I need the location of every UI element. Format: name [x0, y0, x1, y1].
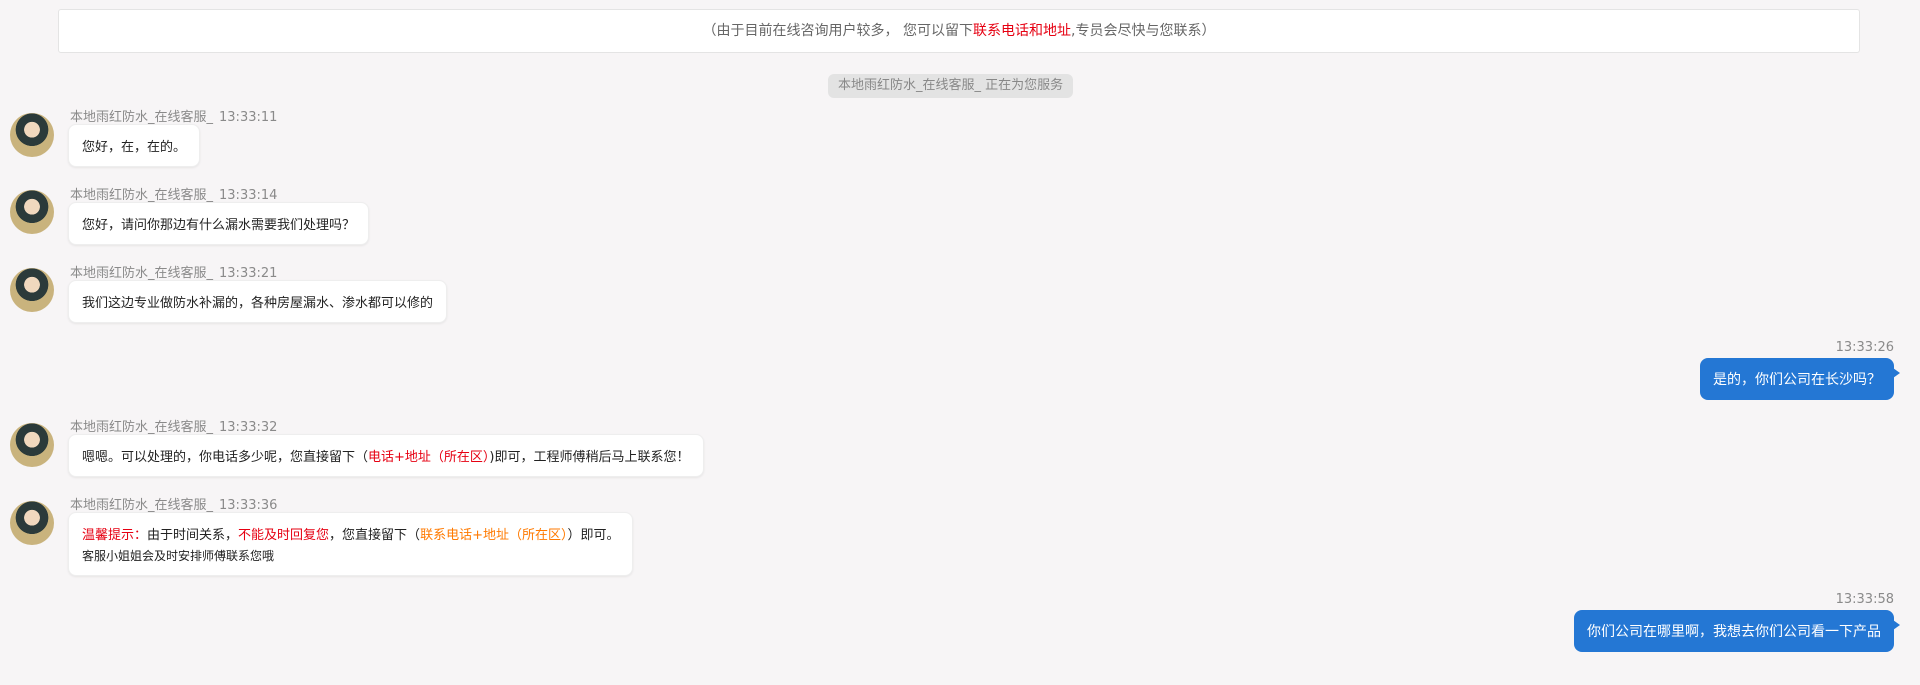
user-message-time: 13:33:26: [1835, 340, 1894, 355]
agent-name: 本地雨红防水_在线客服_: [70, 420, 214, 435]
agent-message-bubble: 您好，请问你那边有什么漏水需要我们处理吗？: [68, 202, 370, 245]
agent-name: 本地雨红防水_在线客服_: [70, 110, 214, 125]
message-meta: 本地雨红防水_在线客服_ 13:33:11: [70, 106, 277, 125]
message-meta: 本地雨红防水_在线客服_ 13:33:32: [70, 416, 277, 435]
tip-text-c: ）即可。: [567, 528, 620, 543]
agent-avatar: [10, 501, 54, 545]
agent-message-bubble: 嗯嗯。可以处理的，你电话多少呢，您直接留下（电话+地址（所在区）)即可，工程师傅…: [68, 434, 704, 477]
tip-text-a: 由于时间关系，: [147, 528, 239, 543]
tip-text-orange: 联系电话+地址（所在区）: [420, 528, 568, 543]
message-time: 13:33:36: [219, 498, 278, 513]
agent-name: 本地雨红防水_在线客服_: [70, 188, 214, 203]
notice-highlight: 联系电话和地址: [973, 23, 1071, 39]
tip-text-b: ，您直接留下（: [329, 528, 421, 543]
message-text: 你们公司在哪里啊，我想去你们公司看一下产品: [1587, 624, 1881, 640]
message-text: 您好，请问你那边有什么漏水需要我们处理吗？: [82, 218, 356, 233]
message-time: 13:33:14: [219, 188, 278, 203]
message-text-b: )即可，工程师傅稍后马上联系您！: [489, 450, 690, 465]
agent-message-bubble: 我们这边专业做防水补漏的，各种房屋漏水、渗水都可以修的: [68, 280, 448, 323]
agent-avatar: [10, 190, 54, 234]
message-meta: 本地雨红防水_在线客服_ 13:33:36: [70, 494, 277, 513]
message-text-a: 嗯嗯。可以处理的，你电话多少呢，您直接留下（: [82, 450, 369, 465]
message-meta: 本地雨红防水_在线客服_ 13:33:21: [70, 262, 277, 281]
user-message-bubble: 你们公司在哪里啊，我想去你们公司看一下产品: [1574, 610, 1900, 652]
notice-prefix: （由于目前在线咨询用户较多， 您可以留下: [702, 23, 973, 39]
message-text: 我们这边专业做防水补漏的，各种房屋漏水、渗水都可以修的: [82, 296, 434, 311]
notice-suffix: ,专员会尽快与您联系）: [1071, 23, 1216, 39]
message-meta: 本地雨红防水_在线客服_ 13:33:14: [70, 184, 277, 203]
agent-name: 本地雨红防水_在线客服_: [70, 498, 214, 513]
message-time: 13:33:32: [219, 420, 278, 435]
tip-text-red: 不能及时回复您: [238, 528, 330, 543]
user-message-bubble: 是的，你们公司在长沙吗？: [1700, 358, 1900, 400]
tip-label: 温馨提示：: [82, 528, 148, 543]
message-time: 13:33:11: [219, 110, 278, 125]
message-text-highlight: 电话+地址（所在区）: [368, 450, 490, 465]
agent-avatar: [10, 268, 54, 312]
tip-line-1: 温馨提示：由于时间关系，不能及时回复您，您直接留下（联系电话+地址（所在区））即…: [82, 524, 619, 543]
message-text: 您好，在，在的。: [82, 140, 187, 155]
message-time: 13:33:21: [219, 266, 278, 281]
tip-line-2: 客服小姐姐会及时安排师傅联系您哦: [82, 549, 275, 563]
notice-banner: （由于目前在线咨询用户较多， 您可以留下联系电话和地址,专员会尽快与您联系）: [58, 9, 1860, 53]
agent-avatar: [10, 423, 54, 467]
agent-tip-bubble: 温馨提示：由于时间关系，不能及时回复您，您直接留下（联系电话+地址（所在区））即…: [68, 512, 634, 576]
message-text: 是的，你们公司在长沙吗？: [1713, 372, 1881, 388]
system-status-message: 本地雨红防水_在线客服_ 正在为您服务: [828, 74, 1074, 98]
agent-avatar: [10, 113, 54, 157]
user-message-time: 13:33:58: [1835, 592, 1894, 607]
agent-message-bubble: 您好，在，在的。: [68, 124, 201, 167]
agent-name: 本地雨红防水_在线客服_: [70, 266, 214, 281]
